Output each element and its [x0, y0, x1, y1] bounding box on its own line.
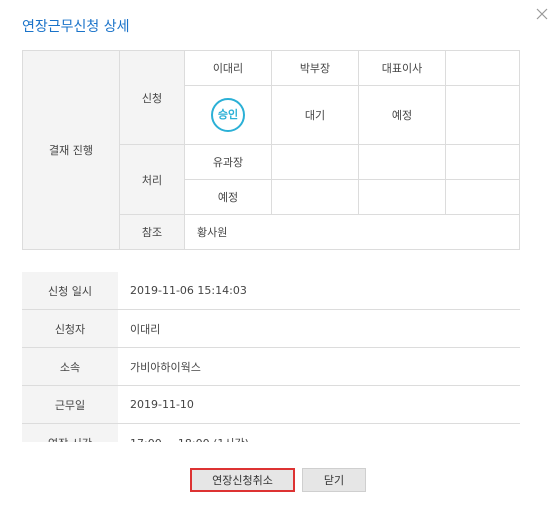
approver-name: 박부장 — [271, 50, 359, 86]
detail-label: 신청자 — [22, 309, 118, 348]
detail-row: 신청 일시 2019-11-06 15:14:03 — [22, 272, 520, 310]
detail-row: 연장 시간 17:00 ~ 18:00 (1시간) — [22, 423, 520, 442]
detail-row: 근무일 2019-11-10 — [22, 385, 520, 424]
empty-cell — [445, 85, 520, 145]
empty-cell — [358, 179, 446, 215]
cancel-overtime-request-button[interactable]: 연장신청취소 — [190, 468, 295, 492]
approval-section-label: 결재 진행 — [22, 50, 120, 250]
empty-cell — [271, 144, 359, 180]
empty-cell — [271, 179, 359, 215]
detail-value: 17:00 ~ 18:00 (1시간) — [118, 423, 520, 442]
detail-scroll-area[interactable]: 결재 진행 신청 이대리 박부장 대표이사 승인 대기 예정 처리 유과장 예정 — [22, 50, 534, 442]
request-label: 신청 — [119, 50, 185, 145]
approver-name: 대표이사 — [358, 50, 446, 86]
empty-cell — [445, 50, 520, 86]
process-label: 처리 — [119, 144, 185, 215]
approval-table: 결재 진행 신청 이대리 박부장 대표이사 승인 대기 예정 처리 유과장 예정 — [22, 50, 520, 250]
close-button[interactable]: 닫기 — [302, 468, 366, 492]
empty-cell — [445, 144, 520, 180]
detail-value: 이대리 — [118, 309, 520, 348]
close-icon[interactable] — [534, 6, 550, 22]
detail-label: 연장 시간 — [22, 423, 118, 442]
detail-label: 신청 일시 — [22, 272, 118, 310]
approval-stamp-cell: 승인 — [184, 85, 272, 145]
reference-label: 참조 — [119, 214, 185, 250]
dialog-title: 연장근무신청 상세 — [22, 19, 130, 35]
detail-table: 신청 일시 2019-11-06 15:14:03 신청자 이대리 소속 가비아… — [22, 272, 520, 442]
approved-stamp: 승인 — [211, 98, 245, 132]
reference-name: 황사원 — [184, 214, 520, 250]
approver-status: 예정 — [358, 85, 446, 145]
empty-cell — [358, 144, 446, 180]
approver-status: 대기 — [271, 85, 359, 145]
empty-cell — [445, 179, 520, 215]
detail-label: 근무일 — [22, 385, 118, 424]
detail-value: 2019-11-10 — [118, 385, 520, 424]
detail-value: 가비아하이웍스 — [118, 347, 520, 386]
detail-row: 신청자 이대리 — [22, 309, 520, 348]
detail-value: 2019-11-06 15:14:03 — [118, 272, 520, 310]
processor-status: 예정 — [184, 179, 272, 215]
detail-label: 소속 — [22, 347, 118, 386]
approver-name: 이대리 — [184, 50, 272, 86]
detail-row: 소속 가비아하이웍스 — [22, 347, 520, 386]
processor-name: 유과장 — [184, 144, 272, 180]
